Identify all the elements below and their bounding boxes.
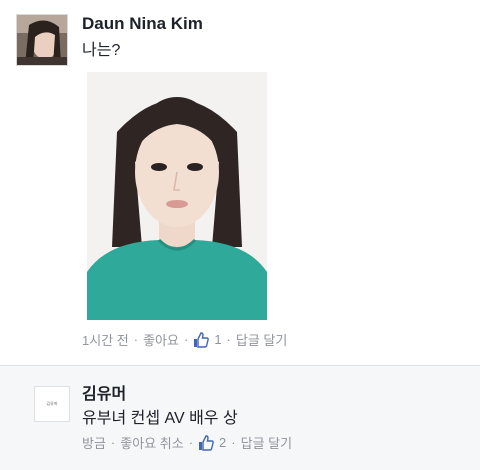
reply-comment: 김유머 김유머 유부녀 컨셉 AV 배우 상 방금 · 좋아요 취소 · 2 ·… bbox=[0, 366, 480, 470]
separator-dot: · bbox=[183, 332, 189, 347]
post-photo[interactable] bbox=[87, 72, 267, 320]
post-text: 나는? bbox=[82, 42, 121, 59]
author-avatar[interactable] bbox=[16, 14, 68, 66]
reply-author[interactable]: 김유머 bbox=[82, 380, 126, 404]
post-time[interactable]: 1시간 전 bbox=[82, 330, 129, 349]
separator-dot: · bbox=[231, 435, 236, 450]
reply-avatar-text: 김유머 bbox=[46, 401, 58, 406]
post-author[interactable]: Daun Nina Kim bbox=[82, 14, 203, 34]
post-meta: 1시간 전 · 좋아요 · 1 · 답글 달기 bbox=[82, 330, 287, 349]
reply-reply-link[interactable]: 답글 달기 bbox=[241, 433, 292, 452]
separator-dot: · bbox=[110, 435, 116, 450]
unlike-link[interactable]: 좋아요 취소 bbox=[120, 433, 183, 452]
like-count[interactable]: 1 bbox=[214, 332, 221, 347]
thumbs-up-icon[interactable] bbox=[193, 331, 210, 348]
reply-avatar[interactable]: 김유머 bbox=[34, 386, 70, 422]
reply-like-count[interactable]: 2 bbox=[219, 435, 226, 450]
reply-meta: 방금 · 좋아요 취소 · 2 · 답글 달기 bbox=[82, 433, 292, 452]
separator-dot: · bbox=[133, 332, 139, 347]
separator-dot: · bbox=[226, 332, 231, 347]
reply-link[interactable]: 답글 달기 bbox=[236, 330, 287, 349]
post: Daun Nina Kim 나는? 1시간 전 · 좋아요 · 1 · 답글 달… bbox=[0, 0, 480, 365]
like-link[interactable]: 좋아요 bbox=[143, 330, 179, 349]
reply-time[interactable]: 방금 bbox=[82, 433, 106, 452]
reply-text: 유부녀 컨셉 AV 배우 상 bbox=[82, 410, 238, 427]
separator-dot: · bbox=[188, 435, 194, 450]
thumbs-up-icon[interactable] bbox=[198, 434, 214, 451]
